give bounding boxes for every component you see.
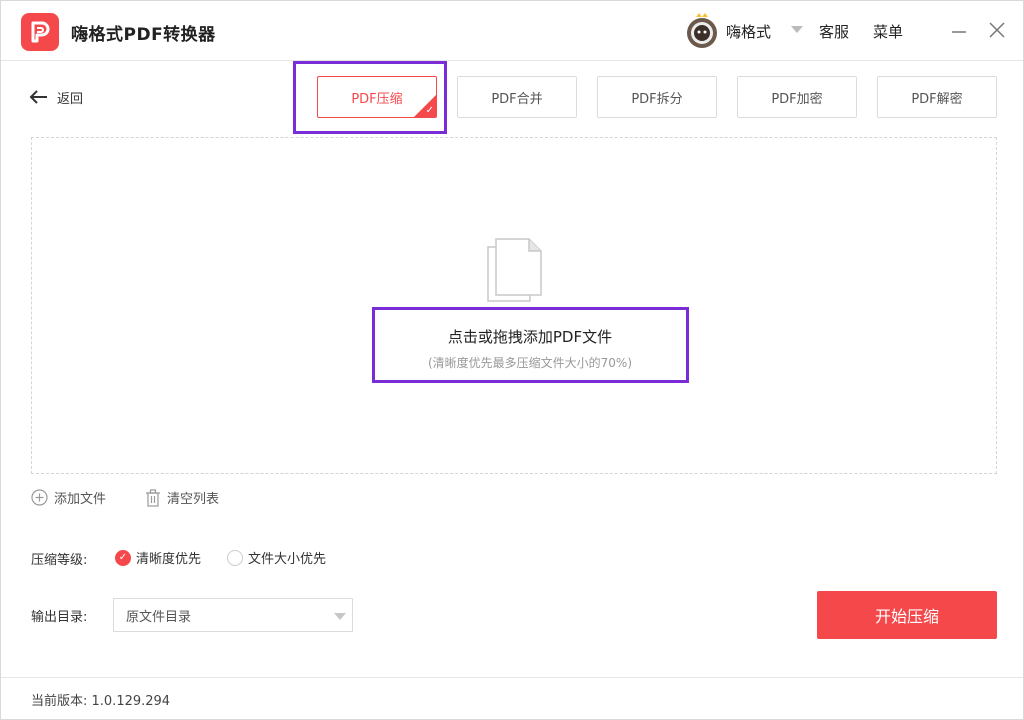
tab-pdf-encrypt[interactable]: PDF加密 bbox=[737, 76, 857, 118]
radio-label: 文件大小优先 bbox=[248, 552, 327, 567]
tab-label: PDF压缩 bbox=[351, 91, 403, 107]
footer: 当前版本: 1.0.129.294 bbox=[1, 677, 1023, 720]
radio-checked-icon: ✓ bbox=[115, 549, 131, 566]
radio-label: 清晰度优先 bbox=[136, 552, 202, 567]
app-logo-icon bbox=[21, 13, 59, 51]
radio-size-priority[interactable]: 文件大小优先 bbox=[227, 548, 326, 567]
compression-level-label: 压缩等级: bbox=[31, 553, 88, 568]
plus-circle-icon bbox=[31, 489, 48, 506]
add-file-button[interactable]: 添加文件 bbox=[31, 488, 106, 507]
radio-unchecked-icon bbox=[227, 549, 243, 566]
tab-label: PDF解密 bbox=[911, 91, 963, 107]
app-title: 嗨格式PDF转换器 bbox=[71, 25, 216, 45]
trash-icon bbox=[146, 488, 160, 507]
tab-pdf-merge[interactable]: PDF合并 bbox=[457, 76, 577, 118]
title-bar: 嗨格式PDF转换器 嗨格式 客服 菜单 bbox=[1, 1, 1023, 61]
chevron-down-icon bbox=[334, 613, 346, 620]
tab-label: PDF加密 bbox=[771, 91, 823, 107]
tab-label: PDF合并 bbox=[491, 91, 543, 107]
add-file-label: 添加文件 bbox=[54, 492, 107, 507]
arrow-left-icon bbox=[29, 90, 47, 104]
username[interactable]: 嗨格式 bbox=[726, 21, 771, 42]
tab-label: PDF拆分 bbox=[631, 91, 683, 107]
drop-zone-hint: (清晰度优先最多压缩文件大小的70%) bbox=[427, 356, 633, 370]
back-label: 返回 bbox=[57, 91, 84, 107]
file-drop-zone[interactable] bbox=[31, 137, 997, 474]
tab-pdf-compress[interactable]: PDF压缩 ✓ bbox=[317, 76, 437, 118]
check-icon: ✓ bbox=[425, 105, 434, 116]
app-window: 嗨格式PDF转换器 嗨格式 客服 菜单 返回 PDF压缩 ✓ PDF合并 PDF… bbox=[0, 0, 1024, 720]
avatar[interactable] bbox=[684, 11, 720, 49]
output-dir-value: 原文件目录 bbox=[126, 609, 192, 625]
clear-list-button[interactable]: 清空列表 bbox=[145, 488, 219, 507]
minimize-icon[interactable] bbox=[949, 21, 969, 41]
clear-list-label: 清空列表 bbox=[167, 492, 220, 507]
back-button[interactable]: 返回 bbox=[29, 86, 83, 108]
output-dir-select[interactable]: 原文件目录 bbox=[113, 598, 353, 632]
start-compress-button[interactable]: 开始压缩 bbox=[817, 591, 997, 639]
customer-service-link[interactable]: 客服 bbox=[819, 21, 849, 42]
output-dir-label: 输出目录: bbox=[31, 610, 88, 625]
tab-pdf-split[interactable]: PDF拆分 bbox=[597, 76, 717, 118]
version-text: 当前版本: 1.0.129.294 bbox=[31, 694, 171, 709]
close-icon[interactable] bbox=[986, 19, 1008, 41]
document-icon bbox=[485, 237, 545, 305]
drop-zone-title: 点击或拖拽添加PDF文件 bbox=[447, 328, 613, 346]
tab-pdf-decrypt[interactable]: PDF解密 bbox=[877, 76, 997, 118]
menu-link[interactable]: 菜单 bbox=[873, 21, 903, 42]
chevron-down-icon[interactable] bbox=[791, 26, 803, 33]
radio-clarity-priority[interactable]: ✓ 清晰度优先 bbox=[115, 548, 201, 567]
